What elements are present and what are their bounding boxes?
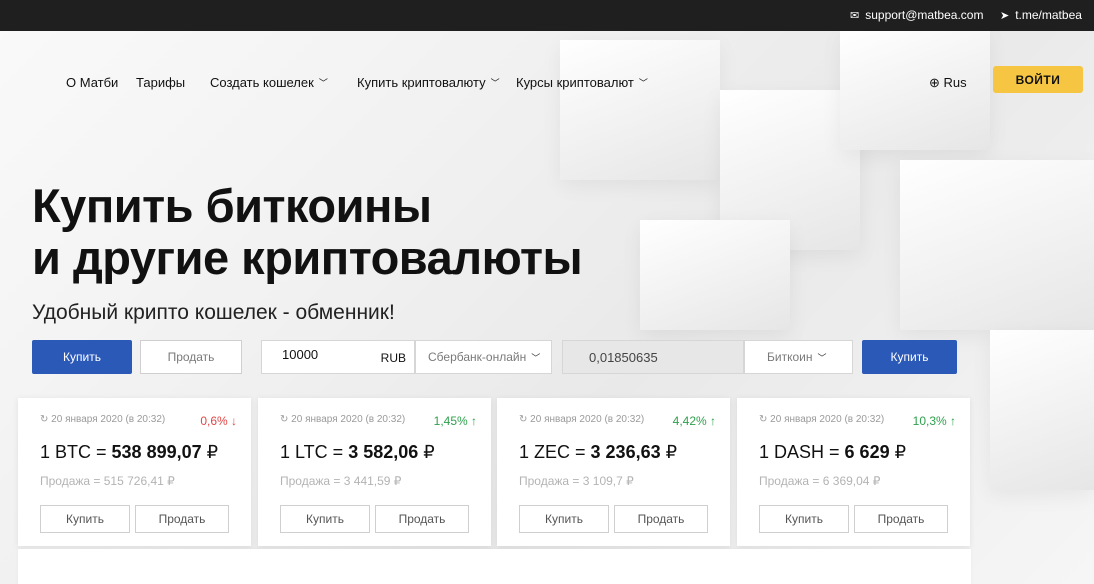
- rate-sell-price: Продажа = 6 369,04 ₽: [759, 474, 881, 488]
- buy-tab[interactable]: Купить: [32, 340, 132, 374]
- rate-sell-price: Продажа = 515 726,41 ₽: [40, 474, 175, 488]
- nav-item-create-wallet[interactable]: Создать кошелек ﹀: [210, 75, 328, 90]
- rate-date: ↻ 20 января 2020 (в 20:32): [519, 414, 645, 425]
- rate-card-btc: ↻ 20 января 2020 (в 20:32) 0,6% ↓ 1 BTC …: [18, 398, 251, 546]
- background-cube: [990, 330, 1094, 490]
- card-buy-button[interactable]: Купить: [759, 505, 849, 533]
- payment-method-select[interactable]: Сбербанк-онлайн ﹀: [415, 340, 552, 374]
- rate-price: 1 ZEC = 3 236,63 ₽: [519, 442, 678, 462]
- background-cube: [560, 40, 720, 180]
- card-sell-button[interactable]: Продать: [854, 505, 948, 533]
- rate-change: 10,3% ↑: [912, 414, 956, 428]
- globe-icon: ⊕: [929, 75, 940, 90]
- crypto-select[interactable]: Биткоин ﹀: [744, 340, 853, 374]
- rate-change: 1,45% ↑: [433, 414, 477, 428]
- amount-input[interactable]: 10000 RUB: [261, 340, 415, 374]
- nav-item-about[interactable]: О Матби: [66, 75, 118, 90]
- background-cube: [640, 220, 790, 330]
- rate-date: ↻ 20 января 2020 (в 20:32): [40, 414, 166, 425]
- refresh-icon: ↻: [40, 414, 52, 425]
- result-amount-field: 0,01850635: [562, 340, 744, 374]
- rate-change: 0,6% ↓: [200, 414, 237, 428]
- rate-card-dash: ↻ 20 января 2020 (в 20:32) 10,3% ↑ 1 DAS…: [737, 398, 970, 546]
- login-button[interactable]: ВОЙТИ: [993, 66, 1083, 93]
- chevron-down-icon: ﹀: [531, 352, 541, 363]
- rate-card-zec: ↻ 20 января 2020 (в 20:32) 4,42% ↑ 1 ZEC…: [497, 398, 730, 546]
- card-buy-button[interactable]: Купить: [40, 505, 130, 533]
- hero-title-line1: Купить биткоины: [32, 179, 432, 232]
- crypto-value: Биткоин: [767, 350, 813, 364]
- sell-tab[interactable]: Продать: [140, 340, 242, 374]
- rate-sell-price: Продажа = 3 109,7 ₽: [519, 474, 634, 488]
- background-cube: [900, 160, 1094, 330]
- rate-price: 1 DASH = 6 629 ₽: [759, 442, 907, 462]
- rate-sell-price: Продажа = 3 441,59 ₽: [280, 474, 402, 488]
- rate-price: 1 BTC = 538 899,07 ₽: [40, 442, 219, 462]
- rate-date: ↻ 20 января 2020 (в 20:32): [280, 414, 406, 425]
- hero-title-line2: и другие криптовалюты: [32, 231, 583, 284]
- language-label: Rus: [943, 75, 967, 90]
- rate-card-ltc: ↻ 20 января 2020 (в 20:32) 1,45% ↑ 1 LTC…: [258, 398, 491, 546]
- telegram-handle: t.me/matbea: [1015, 8, 1082, 22]
- rate-price: 1 LTC = 3 582,06 ₽: [280, 442, 435, 462]
- support-email: support@matbea.com: [865, 8, 984, 22]
- submit-buy-button[interactable]: Купить: [862, 340, 957, 374]
- result-amount-value: 0,01850635: [589, 349, 658, 365]
- card-sell-button[interactable]: Продать: [614, 505, 708, 533]
- payment-method-value: Сбербанк-онлайн: [428, 350, 527, 364]
- content-panel: [18, 549, 971, 584]
- main-nav: О Матби Тарифы Создать кошелек ﹀ Купить к…: [0, 72, 1094, 96]
- chevron-down-icon: ﹀: [817, 352, 827, 363]
- support-email-link[interactable]: ✉ support@matbea.com: [850, 8, 983, 22]
- rate-change: 4,42% ↑: [672, 414, 716, 428]
- telegram-icon: ➤: [1000, 9, 1010, 22]
- hero-title: Купить биткоины и другие криптовалюты: [32, 179, 583, 284]
- rate-date: ↻ 20 января 2020 (в 20:32): [759, 414, 885, 425]
- currency-label: RUB: [380, 351, 406, 365]
- chevron-down-icon: ﹀: [490, 78, 500, 88]
- language-selector[interactable]: ⊕ Rus: [929, 75, 967, 91]
- top-bar: ✉ support@matbea.com ➤ t.me/matbea: [0, 0, 1094, 31]
- nav-item-tariffs[interactable]: Тарифы: [136, 75, 185, 90]
- nav-item-buy-crypto[interactable]: Купить криптовалюту ﹀: [357, 75, 500, 90]
- refresh-icon: ↻: [280, 414, 292, 425]
- amount-value: 10000: [282, 347, 319, 362]
- refresh-icon: ↻: [759, 414, 771, 425]
- mail-icon: ✉: [850, 9, 860, 22]
- chevron-down-icon: ﹀: [638, 78, 648, 88]
- telegram-link[interactable]: ➤ t.me/matbea: [1000, 8, 1082, 22]
- refresh-icon: ↻: [519, 414, 531, 425]
- card-sell-button[interactable]: Продать: [135, 505, 229, 533]
- card-buy-button[interactable]: Купить: [280, 505, 370, 533]
- chevron-down-icon: ﹀: [318, 78, 328, 88]
- card-sell-button[interactable]: Продать: [375, 505, 469, 533]
- card-buy-button[interactable]: Купить: [519, 505, 609, 533]
- nav-item-crypto-rates[interactable]: Курсы криптовалют ﹀: [516, 75, 648, 90]
- hero-subtitle: Удобный крипто кошелек - обменник!: [32, 301, 395, 324]
